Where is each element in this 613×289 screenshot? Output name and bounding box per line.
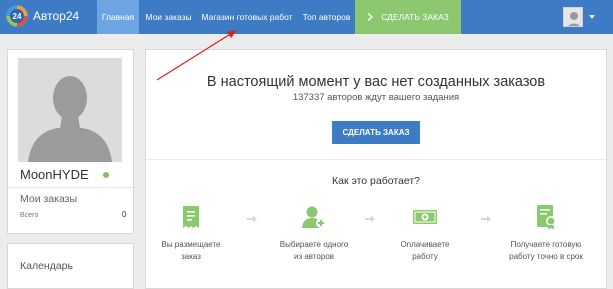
- step-3-text: Оплачиваете работу: [375, 239, 475, 263]
- username[interactable]: MoonHYDE: [20, 167, 89, 182]
- section-divider: [146, 159, 606, 160]
- avatar-icon: [568, 12, 580, 26]
- arrow-right-icon: [481, 215, 491, 223]
- nav-top-authors[interactable]: Топ авторов: [298, 0, 355, 34]
- make-order-cta-button[interactable]: СДЕЛАТЬ ЗАКАЗ: [332, 121, 420, 144]
- nav-ready-works-shop[interactable]: Магазин готовых работ: [198, 0, 296, 34]
- authors-waiting-text: 137337 авторов ждут вашего задания: [292, 92, 460, 103]
- user-avatar-button[interactable]: [563, 7, 583, 27]
- profile-card: MoonHYDE Мои заказы Всего 0: [7, 49, 134, 234]
- step-4-line-1: Получаете готовую: [510, 240, 582, 249]
- step-3-line-1: Оплачиваете: [400, 240, 450, 249]
- step-2-line-1: Выбираете одного: [279, 240, 349, 249]
- no-orders-headline: В настоящий момент у вас нет созданных з…: [206, 74, 546, 90]
- add-user-icon: [302, 206, 326, 228]
- main-content-card: В настоящий момент у вас нет созданных з…: [145, 49, 607, 289]
- top-navigation-bar: 24 Автор24 Главная Мои заказы Магазин го…: [0, 0, 613, 34]
- my-orders-link[interactable]: Мои заказы: [20, 193, 77, 205]
- step-3-line-2: работу: [412, 252, 438, 261]
- step-1-line-1: Вы размещаете: [161, 240, 221, 249]
- receipt-icon: [183, 206, 199, 228]
- brand-name[interactable]: Автор24: [33, 9, 79, 23]
- step-1-text: Вы размещаете заказ: [141, 239, 241, 263]
- step-1-line-2: заказ: [181, 252, 201, 261]
- step-2-text: Выбираете одного из авторов: [264, 239, 364, 263]
- make-order-label: СДЕЛАТЬ ЗАКАЗ: [381, 12, 449, 22]
- step-4-line-2: работу точно в срок: [509, 252, 583, 261]
- make-order-button[interactable]: СДЕЛАТЬ ЗАКАЗ: [355, 0, 461, 34]
- calendar-card[interactable]: Календарь: [7, 243, 134, 289]
- nav-my-orders[interactable]: Мои заказы: [141, 0, 196, 34]
- svg-text:24: 24: [13, 12, 22, 21]
- chevron-down-icon[interactable]: [589, 15, 595, 19]
- total-orders-count: 0: [122, 210, 127, 219]
- certificate-icon: [537, 205, 556, 230]
- total-orders-label: Всего: [20, 212, 39, 219]
- online-status-indicator: [103, 172, 109, 178]
- arrow-right-icon: [365, 215, 375, 223]
- calendar-label: Календарь: [20, 260, 73, 272]
- logo-icon[interactable]: 24: [6, 5, 28, 27]
- step-2-line-2: из авторов: [293, 252, 335, 261]
- money-icon: [413, 210, 437, 224]
- divider: [8, 187, 133, 188]
- default-avatar-icon: [18, 58, 122, 162]
- how-it-works-title: Как это работает?: [331, 175, 420, 187]
- profile-photo[interactable]: [18, 58, 122, 162]
- nav-home[interactable]: Главная: [97, 0, 139, 34]
- step-4-text: Получаете готовую работу точно в срок: [496, 239, 596, 263]
- arrow-right-icon: [247, 215, 257, 223]
- chevron-right-icon: [367, 13, 374, 21]
